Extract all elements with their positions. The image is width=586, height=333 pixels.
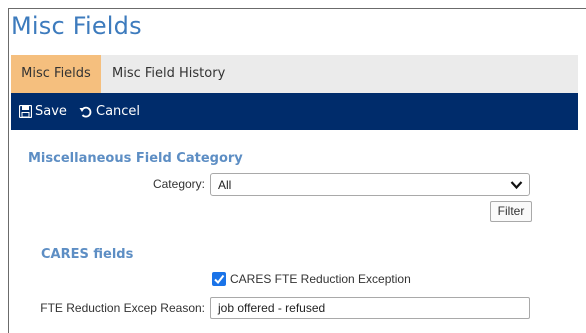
fte-reason-value: job offered - refused xyxy=(218,301,326,315)
cares-fte-reduction-label: CARES FTE Reduction Exception xyxy=(230,272,411,286)
chevron-down-icon xyxy=(510,181,523,190)
tab-misc-fields[interactable]: Misc Fields xyxy=(11,55,101,93)
filter-button[interactable]: Filter xyxy=(490,201,532,222)
page-title: Misc Fields xyxy=(11,12,142,40)
category-select[interactable]: All xyxy=(210,173,530,196)
tab-misc-field-history[interactable]: Misc Field History xyxy=(112,55,225,93)
misc-category-heading: Miscellaneous Field Category xyxy=(28,151,243,166)
tab-bar: Misc Fields Misc Field History xyxy=(11,55,578,93)
floppy-disk-icon xyxy=(19,105,32,118)
cancel-label: Cancel xyxy=(96,104,141,119)
save-label: Save xyxy=(35,104,67,119)
cares-fte-reduction-checkbox[interactable] xyxy=(212,272,226,286)
fte-reason-label: FTE Reduction Excep Reason: xyxy=(40,301,205,315)
toolbar: Save Cancel xyxy=(11,93,578,130)
checkmark-icon xyxy=(214,274,225,285)
save-button[interactable]: Save xyxy=(19,93,67,130)
undo-icon xyxy=(79,106,92,118)
cancel-button[interactable]: Cancel xyxy=(79,93,140,130)
cares-fields-heading: CARES fields xyxy=(41,247,134,262)
fte-reason-input[interactable]: job offered - refused xyxy=(210,297,530,319)
category-value: All xyxy=(218,178,232,192)
category-label: Category: xyxy=(152,177,205,191)
